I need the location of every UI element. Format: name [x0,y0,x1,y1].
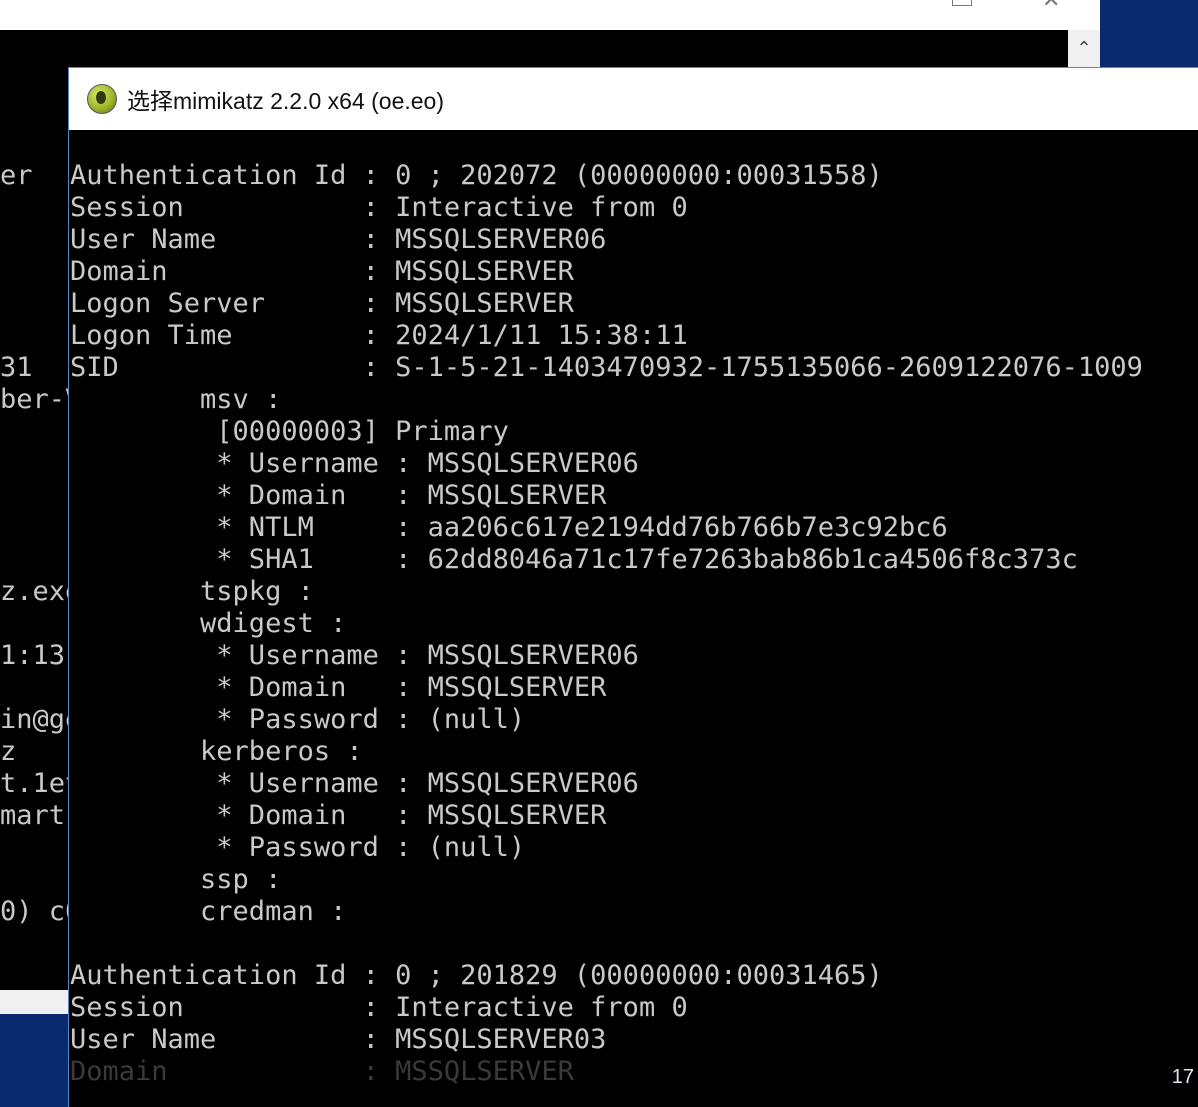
console-line: Domain : MSSQLSERVER [70,256,574,287]
maximize-icon[interactable] [952,0,972,6]
console-line: Session : Interactive from 0 [70,992,688,1023]
window-title: 选择mimikatz 2.2.0 x64 (oe.eo) [127,88,445,114]
taskbar-clock-fragment: 17 [1171,1066,1194,1088]
console-line: * Domain : MSSQLSERVER [70,672,607,703]
bg-fragment: 31 [0,352,33,383]
console-line: * Domain : MSSQLSERVER [70,800,607,831]
console-line: credman : [70,896,347,927]
console-line: SID : S-1-5-21-1403470932-1755135066-260… [70,352,1143,383]
console-line: wdigest : [70,608,347,639]
console-line: * Username : MSSQLSERVER06 [70,448,639,479]
bg-fragment: z [0,736,17,767]
console-line: * Password : (null) [70,832,526,863]
console-line: Authentication Id : 0 ; 202072 (00000000… [70,160,883,191]
console-line: Session : Interactive from 0 [70,192,688,223]
console-line: tspkg : [70,576,314,607]
console-line: * Username : MSSQLSERVER06 [70,640,639,671]
console-output[interactable]: Authentication Id : 0 ; 202072 (00000000… [70,160,1143,1088]
console-line: User Name : MSSQLSERVER03 [70,1024,607,1055]
console-line: * Username : MSSQLSERVER06 [70,768,639,799]
console-line: Logon Time : 2024/1/11 15:38:11 [70,320,688,351]
console-line: kerberos : [70,736,363,767]
scroll-up-icon[interactable]: ⌃ [1068,30,1100,66]
background-window-bottom-edge [0,990,70,1014]
console-line: * SHA1 : 62dd8046a71c17fe7263bab86b1ca45… [70,544,1078,575]
console-line: ssp : [70,864,282,895]
console-line: Authentication Id : 0 ; 201829 (00000000… [70,960,883,991]
desktop-background [0,1014,70,1090]
mimikatz-kiwi-icon [87,84,117,114]
console-line: User Name : MSSQLSERVER06 [70,224,607,255]
close-icon[interactable]: ✕ [1042,0,1060,12]
console-line: [00000003] Primary [70,416,509,447]
console-line: * Password : (null) [70,704,526,735]
background-window-titlebar[interactable] [0,0,1100,30]
console-line: msv : [70,384,282,415]
bg-fragment: er [0,160,33,191]
console-line: Logon Server : MSSQLSERVER [70,288,574,319]
console-line: Domain : MSSQLSERVER [70,1056,574,1087]
desktop-background [1100,0,1198,70]
mimikatz-window-titlebar[interactable]: 选择mimikatz 2.2.0 x64 (oe.eo) [69,68,1198,130]
console-line: * Domain : MSSQLSERVER [70,480,607,511]
console-line: * NTLM : aa206c617e2194dd76b766b7e3c92bc… [70,512,948,543]
